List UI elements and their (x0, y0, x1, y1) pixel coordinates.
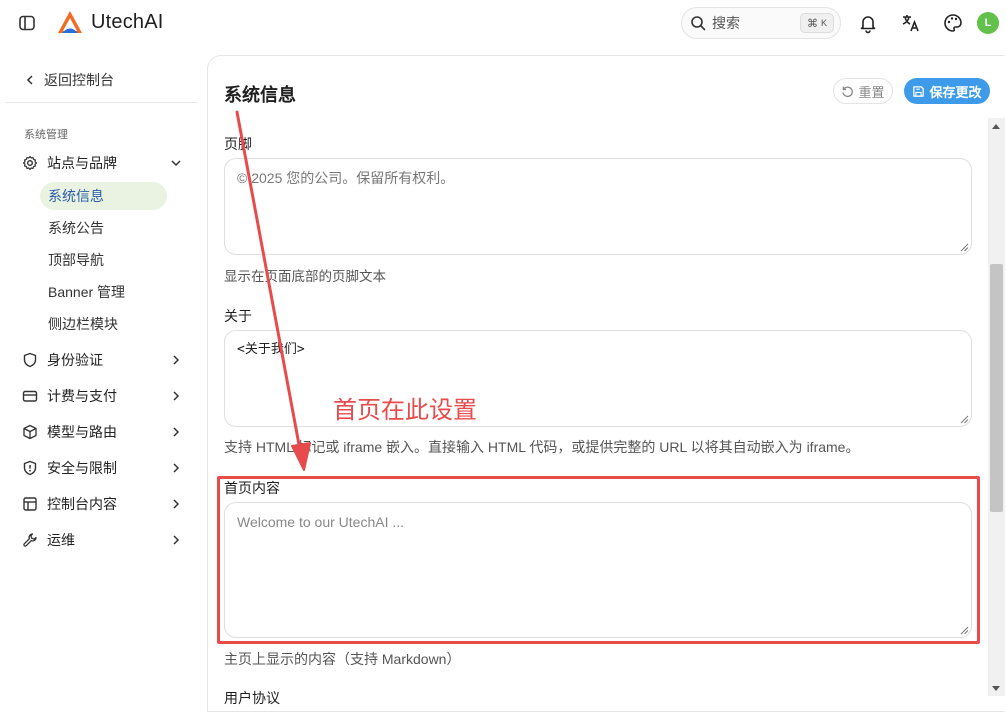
brand-name[interactable]: UtechAI (91, 11, 164, 34)
shield-alert-icon (23, 460, 37, 476)
palette-icon[interactable] (942, 12, 964, 34)
sidebar: 返回控制台 系统管理 站点与品牌 系统信息 系统公告 顶部导航 Banner 管… (0, 46, 206, 712)
search-placeholder: 搜索 (712, 15, 740, 31)
about-textarea-value: <关于我们> (237, 342, 305, 357)
sidebar-group-models[interactable]: 模型与路由 (22, 420, 182, 444)
about-field-label: 关于 (224, 308, 252, 324)
search-shortcut-badge: ⌘ K (800, 13, 834, 33)
command-key-symbol: ⌘ (806, 17, 818, 30)
sidebar-item-announcements[interactable]: 系统公告 (40, 214, 167, 242)
sidebar-item-top-nav[interactable]: 顶部导航 (40, 246, 167, 274)
save-label: 保存更改 (929, 84, 982, 100)
footer-textarea-value: © 2025 您的公司。保留所有权利。 (237, 170, 455, 186)
chevron-right-icon (173, 499, 180, 509)
chevron-down-icon (171, 160, 181, 167)
shield-icon (23, 352, 37, 368)
scroll-down-arrow-icon[interactable] (991, 685, 1001, 693)
user-avatar[interactable]: L (977, 12, 999, 34)
shortcut-key-letter: K (820, 18, 827, 28)
back-label: 返回控制台 (44, 72, 114, 88)
user-agreement-field-label: 用户协议 (224, 690, 280, 706)
reset-icon (842, 86, 854, 97)
group-label: 模型与路由 (47, 424, 117, 440)
footer-field-label: 页脚 (224, 136, 252, 152)
back-to-console-link[interactable]: 返回控制台 (24, 70, 114, 90)
top-header: UtechAI 搜索 ⌘ K L (0, 0, 1006, 46)
layout-icon (23, 497, 37, 511)
sidebar-item-system-info[interactable]: 系统信息 (40, 182, 167, 210)
sidebar-divider (6, 102, 198, 103)
chevron-right-icon (173, 355, 180, 365)
resize-handle-icon[interactable] (960, 243, 969, 252)
chevron-right-icon (173, 463, 180, 473)
reset-label: 重置 (858, 84, 885, 100)
gear-icon (22, 155, 38, 171)
section-label: 系统管理 (24, 129, 68, 141)
footer-textarea[interactable]: © 2025 您的公司。保留所有权利。 (224, 158, 972, 255)
sidebar-group-auth[interactable]: 身份验证 (22, 348, 182, 372)
chevron-right-icon (173, 391, 180, 401)
scrollbar-thumb[interactable] (990, 264, 1003, 512)
chevron-right-icon (173, 535, 180, 545)
translate-icon[interactable] (900, 12, 922, 34)
sidebar-group-billing[interactable]: 计费与支付 (22, 384, 182, 408)
bell-icon[interactable] (857, 12, 879, 34)
sidebar-item-banner[interactable]: Banner 管理 (40, 278, 167, 306)
group-label: 计费与支付 (47, 388, 117, 404)
group-label: 控制台内容 (47, 496, 117, 512)
save-icon (913, 85, 925, 97)
utechai-logo[interactable] (56, 9, 84, 37)
resize-handle-icon[interactable] (960, 415, 969, 424)
sidebar-group-console-content[interactable]: 控制台内容 (22, 492, 182, 516)
search-icon (691, 16, 706, 31)
footer-help-text: 显示在页面底部的页脚文本 (224, 269, 386, 284)
sidebar-group-security[interactable]: 安全与限制 (22, 456, 182, 480)
sidebar-toggle-icon[interactable] (18, 14, 36, 32)
sidebar-group-ops[interactable]: 运维 (22, 528, 182, 552)
search-box[interactable]: 搜索 ⌘ K (681, 7, 841, 39)
scroll-up-arrow-icon[interactable] (991, 122, 1001, 130)
annotation-text: 首页在此设置 (333, 397, 477, 424)
group-label: 身份验证 (47, 352, 103, 368)
page-title: 系统信息 (224, 85, 296, 105)
home-content-help-text: 主页上显示的内容（支持 Markdown） (224, 651, 461, 667)
chevron-left-icon (26, 75, 33, 85)
sidebar-group-site-brand[interactable]: 站点与品牌 (22, 151, 182, 175)
save-button[interactable]: 保存更改 (904, 78, 990, 104)
reset-button[interactable]: 重置 (833, 78, 893, 104)
group-label: 站点与品牌 (47, 155, 117, 171)
chevron-right-icon (173, 427, 180, 437)
annotation-highlight-box (217, 476, 980, 644)
cube-icon (23, 424, 37, 440)
group-label: 运维 (47, 532, 75, 548)
about-help-text: 支持 HTML 标记或 iframe 嵌入。直接输入 HTML 代码，或提供完整… (224, 439, 860, 455)
wrench-icon (23, 533, 37, 547)
sidebar-item-sidebar-modules[interactable]: 侧边栏模块 (40, 310, 167, 338)
credit-card-icon (22, 390, 38, 402)
group-label: 安全与限制 (47, 460, 117, 476)
